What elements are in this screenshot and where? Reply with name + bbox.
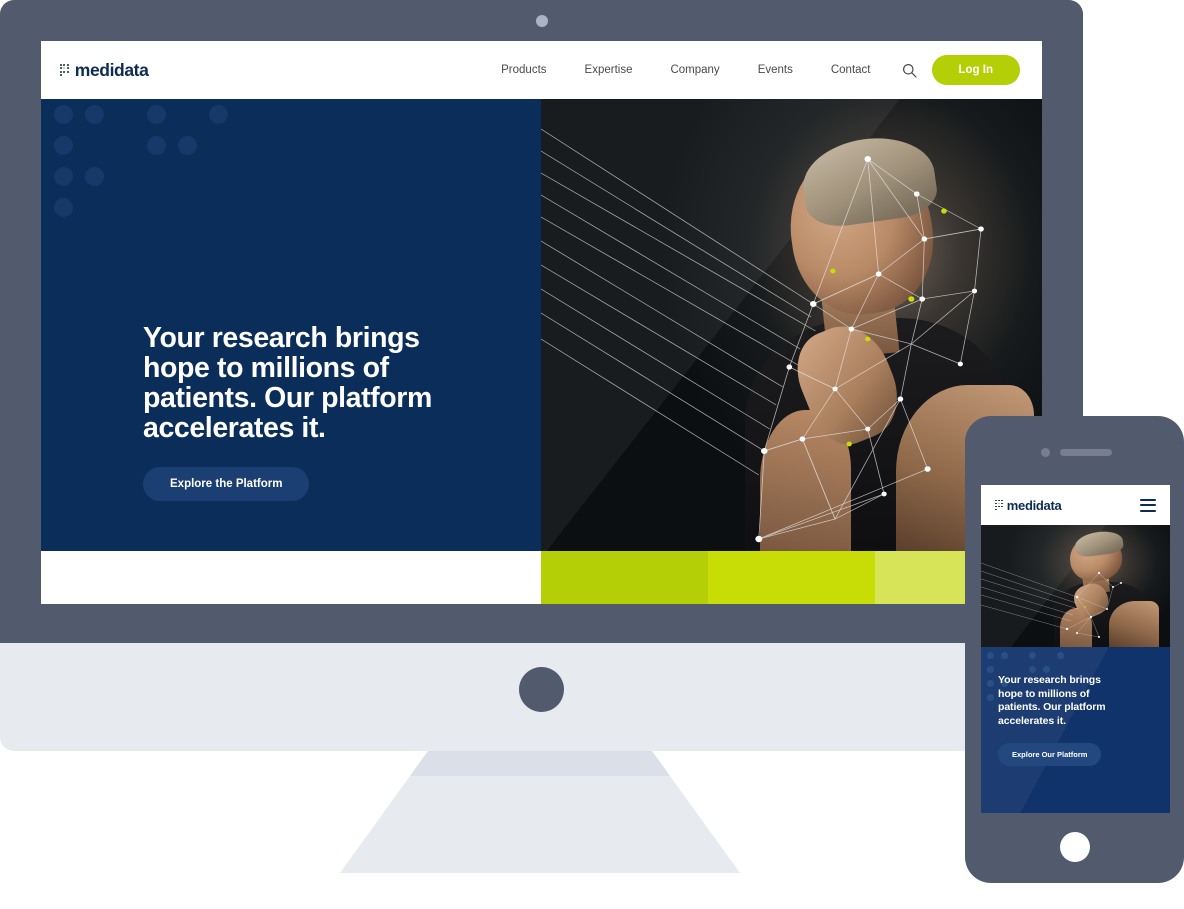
- mockup-stage: medidata Products Expertise Company Even…: [0, 0, 1184, 909]
- phone-speaker-icon: [1060, 449, 1112, 456]
- monitor-stand-foot: [362, 858, 720, 873]
- login-button[interactable]: Log In: [931, 55, 1020, 85]
- mobile-hero: Your research brings hope to millions of…: [981, 647, 1170, 813]
- explore-platform-button[interactable]: Explore the Platform: [143, 467, 310, 501]
- medidata-dot-grid-logo-icon: [995, 499, 1003, 511]
- mobile-explore-platform-button[interactable]: Explore Our Platform: [998, 743, 1102, 766]
- mobile-brand-name: medidata: [1006, 497, 1062, 513]
- mobile-hero-title: Your research brings hope to millions of…: [998, 674, 1106, 727]
- desktop-site-header: medidata Products Expertise Company Even…: [41, 41, 1042, 99]
- phone-home-button-icon[interactable]: [1060, 832, 1090, 862]
- bar-white-spacer: [41, 551, 541, 604]
- brand-name: medidata: [74, 59, 149, 80]
- mobile-brand-logo[interactable]: medidata: [995, 497, 1062, 513]
- color-bar-two: [708, 551, 875, 604]
- brand-color-bars: [41, 551, 1042, 604]
- nav-item-contact[interactable]: Contact: [812, 64, 890, 76]
- hero-copy-panel: Your research brings hope to millions of…: [41, 99, 541, 551]
- nav-item-company[interactable]: Company: [651, 64, 738, 76]
- brand-logo[interactable]: medidata: [60, 59, 149, 81]
- monitor-stand-neck-top: [410, 751, 670, 776]
- mobile-hero-photo: [981, 525, 1170, 647]
- color-bar-one: [541, 551, 708, 604]
- phone-camera-icon: [1041, 448, 1050, 457]
- mobile-node-network-graphic-icon: [981, 562, 1122, 638]
- medidata-dot-grid-logo-icon: [60, 63, 69, 77]
- monitor-camera-icon: [536, 15, 548, 27]
- desktop-screen: medidata Products Expertise Company Even…: [41, 41, 1042, 604]
- desktop-hero: Your research brings hope to millions of…: [41, 99, 1042, 551]
- hero-copy: Your research brings hope to millions of…: [143, 323, 473, 501]
- search-icon[interactable]: [902, 62, 918, 78]
- hero-title: Your research brings hope to millions of…: [143, 322, 432, 444]
- nav-item-events[interactable]: Events: [739, 64, 812, 76]
- decorative-dot-grid-icon: [54, 105, 240, 229]
- primary-nav: Products Expertise Company Events Contac…: [482, 55, 1020, 85]
- nav-item-expertise[interactable]: Expertise: [566, 64, 652, 76]
- monitor-brand-button-icon: [519, 667, 564, 712]
- mobile-hero-copy: Your research brings hope to millions of…: [998, 674, 1158, 766]
- hamburger-menu-icon[interactable]: [1140, 498, 1156, 512]
- mobile-screen: medidata Your research brings hope to mi…: [981, 485, 1170, 813]
- mobile-site-header: medidata: [981, 485, 1170, 525]
- nav-item-products[interactable]: Products: [482, 64, 565, 76]
